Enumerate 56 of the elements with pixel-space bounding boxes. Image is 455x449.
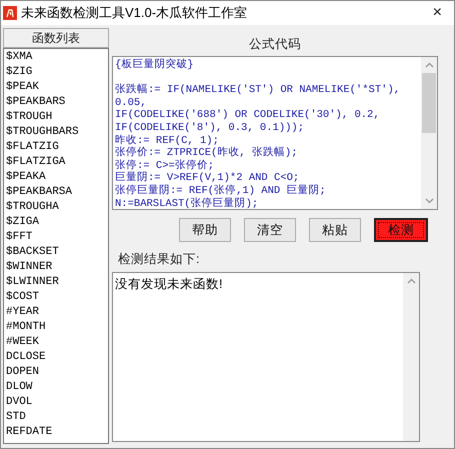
- function-list-item[interactable]: $FLATZIG: [6, 140, 106, 155]
- app-icon: [3, 6, 17, 20]
- function-list-item[interactable]: $PEAKBARS: [6, 95, 106, 110]
- code-line: 昨收:= REF(C, 1);: [115, 134, 219, 147]
- close-button[interactable]: ×: [422, 1, 452, 25]
- code-line: 张停巨量阴:= REF(张停,1) AND 巨量阴;: [115, 184, 327, 197]
- code-line: 0.05,: [115, 96, 148, 109]
- code-line: N:=BARSLAST(张停巨量阴);: [115, 198, 260, 209]
- function-list-item[interactable]: $ZIGA: [6, 215, 106, 230]
- code-line: IF(CODELIKE('8'), 0.3, 0.1)));: [115, 122, 306, 134]
- function-list-item[interactable]: $TROUGHBARS: [6, 125, 106, 140]
- function-list-item[interactable]: $LWINNER: [6, 275, 106, 290]
- function-list-item[interactable]: $FLATZIGA: [6, 155, 106, 170]
- function-list-item[interactable]: $WINNER: [6, 260, 106, 275]
- function-list-item[interactable]: $FFT: [6, 230, 106, 245]
- function-list-item[interactable]: DOPEN: [6, 365, 106, 380]
- result-label: 检测结果如下:: [118, 251, 200, 268]
- toolbar-button[interactable]: 清空: [244, 218, 296, 242]
- code-editor[interactable]: [112, 56, 438, 210]
- code-line: 张停价:= ZTPRICE(昨收, 张跌幅);: [115, 147, 299, 160]
- function-list-item[interactable]: DVOL: [6, 395, 106, 410]
- function-list-item[interactable]: $XMA: [6, 50, 106, 65]
- code-line: 张停:= C>=张停价;: [115, 160, 216, 172]
- function-list-item[interactable]: DLOW: [6, 380, 106, 395]
- scrollbar[interactable]: [403, 273, 419, 441]
- code-line: 巨量阴:= V>REF(V,1)*2 AND C<O;: [115, 172, 300, 184]
- scroll-thumb[interactable]: [422, 73, 436, 133]
- scroll-down-icon[interactable]: [424, 198, 434, 204]
- function-list-item[interactable]: $ZIG: [6, 65, 106, 80]
- function-list-item[interactable]: #WEEK: [6, 335, 106, 350]
- scroll-up-icon[interactable]: [424, 62, 434, 68]
- function-list-item[interactable]: #MONTH: [6, 320, 106, 335]
- result-text: 没有发现未来函数!: [114, 276, 224, 293]
- function-list-item[interactable]: $PEAK: [6, 80, 106, 95]
- scrollbar[interactable]: [421, 57, 437, 209]
- function-list-item[interactable]: #YEAR: [6, 305, 106, 320]
- function-list-item[interactable]: STD: [6, 410, 106, 425]
- scroll-up-icon[interactable]: [406, 278, 416, 284]
- function-list-item[interactable]: $TROUGH: [6, 110, 106, 125]
- function-list-item[interactable]: $PEAKBARSA: [6, 185, 106, 200]
- code-line: 张跌幅:= IF(NAMELIKE('ST') OR NAMELIKE('*ST'),: [115, 84, 402, 97]
- function-list-item[interactable]: DCLOSE: [6, 350, 106, 365]
- toolbar-button[interactable]: 帮助: [179, 218, 231, 242]
- list-header: 函数列表: [3, 28, 109, 48]
- code-line: IF(CODELIKE('688') OR CODELIKE('30'), 0.2,: [115, 109, 381, 122]
- detect-button[interactable]: 检测: [374, 218, 428, 242]
- toolbar-button[interactable]: 粘贴: [309, 218, 361, 242]
- function-list-item[interactable]: $COST: [6, 290, 106, 305]
- function-list-item[interactable]: $PEAKA: [6, 170, 106, 185]
- window-title: 未来函数检测工具V1.0-木瓜软件工作室: [21, 4, 248, 22]
- formula-header: 公式代码: [248, 36, 302, 54]
- function-list-item[interactable]: $TROUGHA: [6, 200, 106, 215]
- function-list-item[interactable]: $BACKSET: [6, 245, 106, 260]
- function-list-item[interactable]: REFDATE: [6, 425, 106, 440]
- code-heading: {板巨量阴突破}: [115, 59, 195, 72]
- result-box[interactable]: 没有发现未来函数!: [112, 272, 420, 442]
